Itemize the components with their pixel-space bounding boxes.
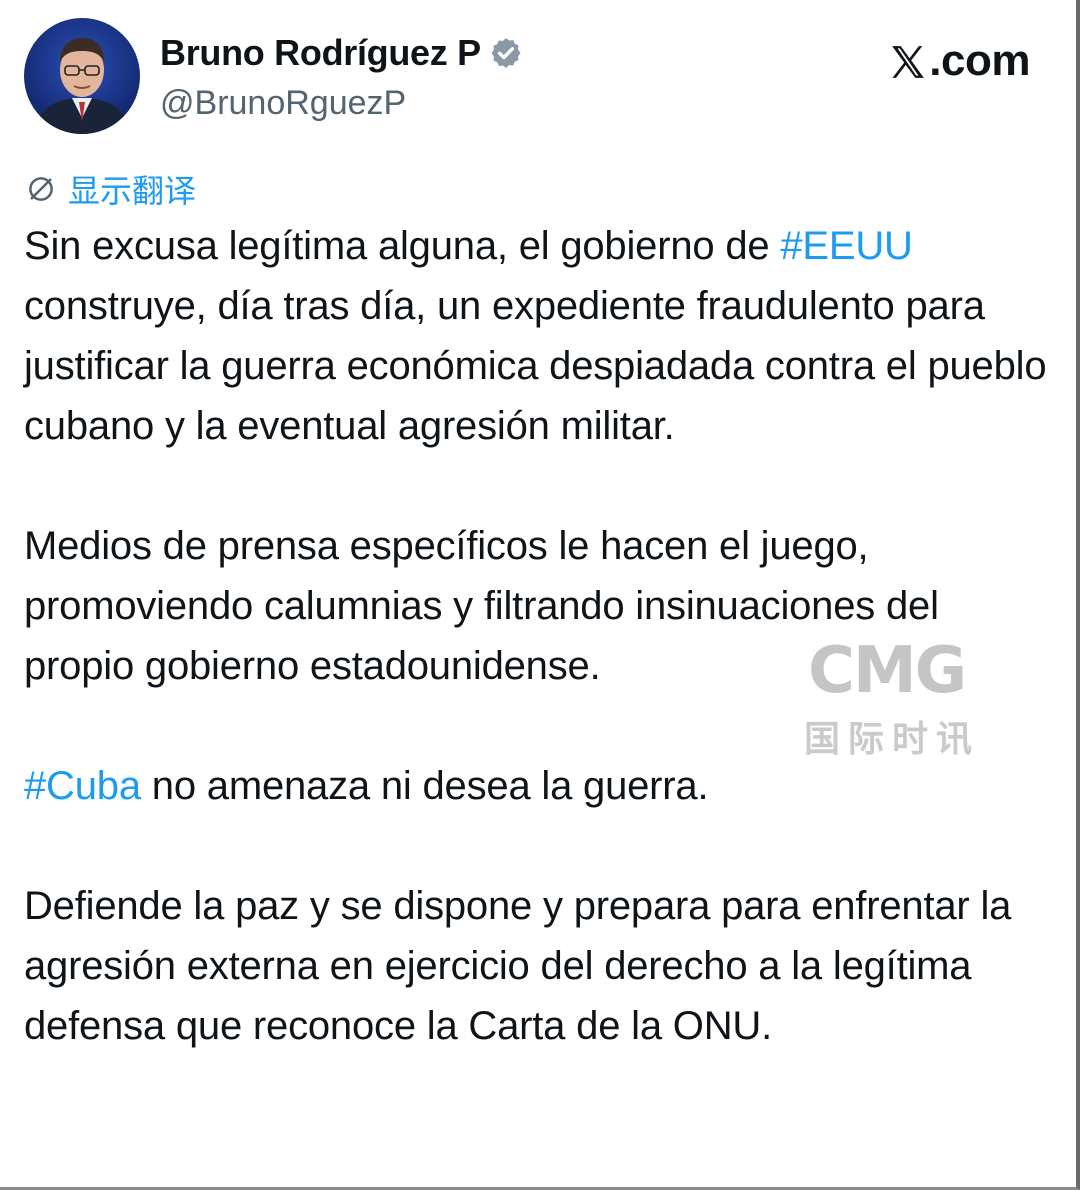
translate-label: 显示翻译 (68, 172, 197, 210)
tweet-text: Sin excusa legítima alguna, el gobierno … (24, 216, 1054, 1056)
translate-globe-icon (26, 174, 56, 204)
hashtag-link-eeuu[interactable]: #EEUU (780, 224, 913, 268)
tweet-text-segment: Sin excusa legítima alguna, el gobierno … (24, 224, 781, 268)
site-brand-suffix: .com (929, 36, 1030, 85)
x-logo-icon (889, 42, 927, 80)
tweet-paragraph-2: Medios de prensa específicos le hacen el… (24, 524, 939, 688)
tweet-paragraph-4: Defiende la paz y se dispone y prepara p… (24, 884, 1012, 1048)
avatar-portrait-icon (24, 18, 140, 134)
hashtag-link-cuba[interactable]: #Cuba (24, 764, 141, 808)
tweet-header: Bruno Rodríguez P @BrunoRguezP .com (24, 18, 1044, 138)
site-brand: .com (889, 36, 1030, 86)
tweet-text-segment: construye, día tras día, un expediente f… (24, 284, 1047, 448)
verified-badge-icon[interactable] (489, 36, 523, 70)
author-handle[interactable]: @BrunoRguezP (160, 84, 406, 123)
tweet-text-segment: no amenaza ni desea la guerra. (140, 764, 709, 808)
tweet-paragraph-3: #Cuba no amenaza ni desea la guerra. (24, 756, 1054, 816)
tweet-paragraph-1: Sin excusa legítima alguna, el gobierno … (24, 216, 1054, 456)
display-name-text: Bruno Rodríguez P (160, 32, 481, 73)
show-translation-link[interactable]: 显示翻译 (26, 166, 196, 212)
tweet-screenshot: Bruno Rodríguez P @BrunoRguezP .com 显示翻译… (0, 0, 1080, 1190)
author-display-name[interactable]: Bruno Rodríguez P (160, 32, 523, 74)
author-avatar[interactable] (24, 18, 140, 134)
